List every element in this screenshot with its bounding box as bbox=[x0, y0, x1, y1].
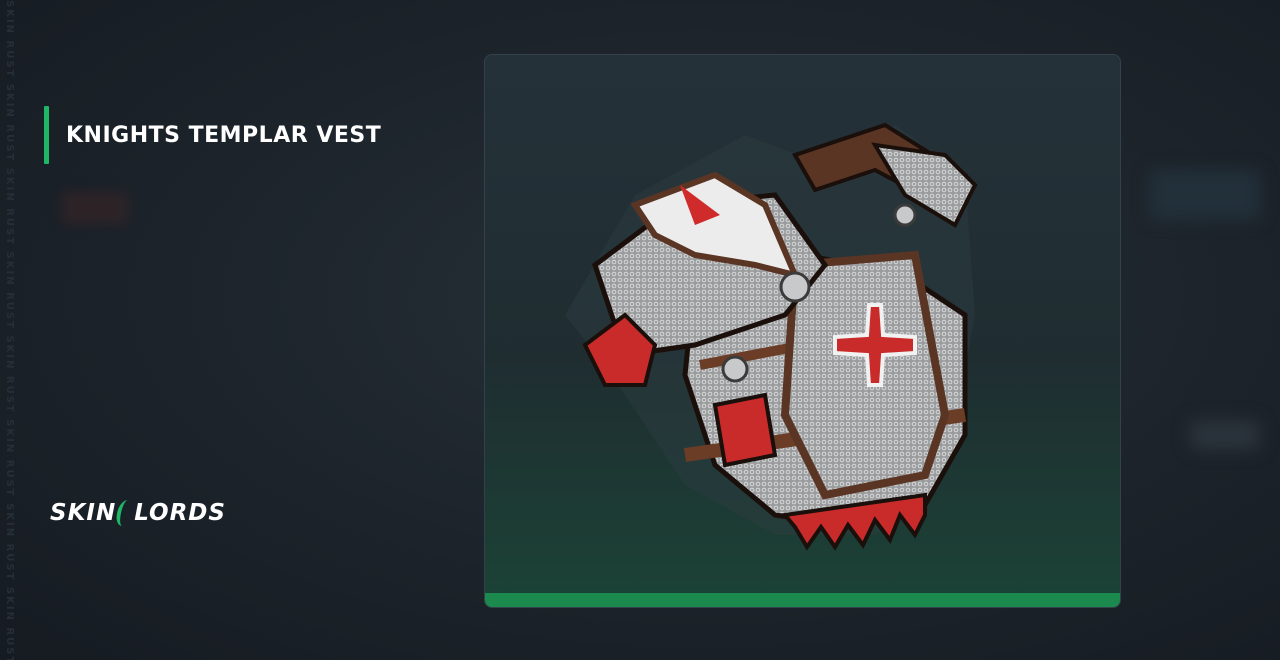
chainmail-vest-icon bbox=[565, 122, 978, 551]
title-accent-bar bbox=[44, 106, 49, 164]
card-bottom-bar bbox=[485, 593, 1120, 607]
item-title-block: KNIGHTS TEMPLAR VEST bbox=[44, 106, 381, 164]
brand-logo: SKIN LORDS bbox=[50, 500, 226, 526]
skinlords-logo-icon bbox=[114, 500, 136, 526]
bg-blur-panel bbox=[1190, 420, 1260, 450]
bg-blur-panel bbox=[1150, 170, 1260, 220]
item-card[interactable] bbox=[484, 54, 1121, 608]
logo-text-left: SKIN bbox=[50, 500, 117, 526]
blurred-badge bbox=[62, 192, 128, 224]
logo-text-right: LORDS bbox=[134, 500, 226, 526]
item-title: KNIGHTS TEMPLAR VEST bbox=[66, 122, 382, 148]
side-watermark: SKIN RUST SKIN RUST SKIN RUST SKIN RUST … bbox=[4, 0, 15, 660]
